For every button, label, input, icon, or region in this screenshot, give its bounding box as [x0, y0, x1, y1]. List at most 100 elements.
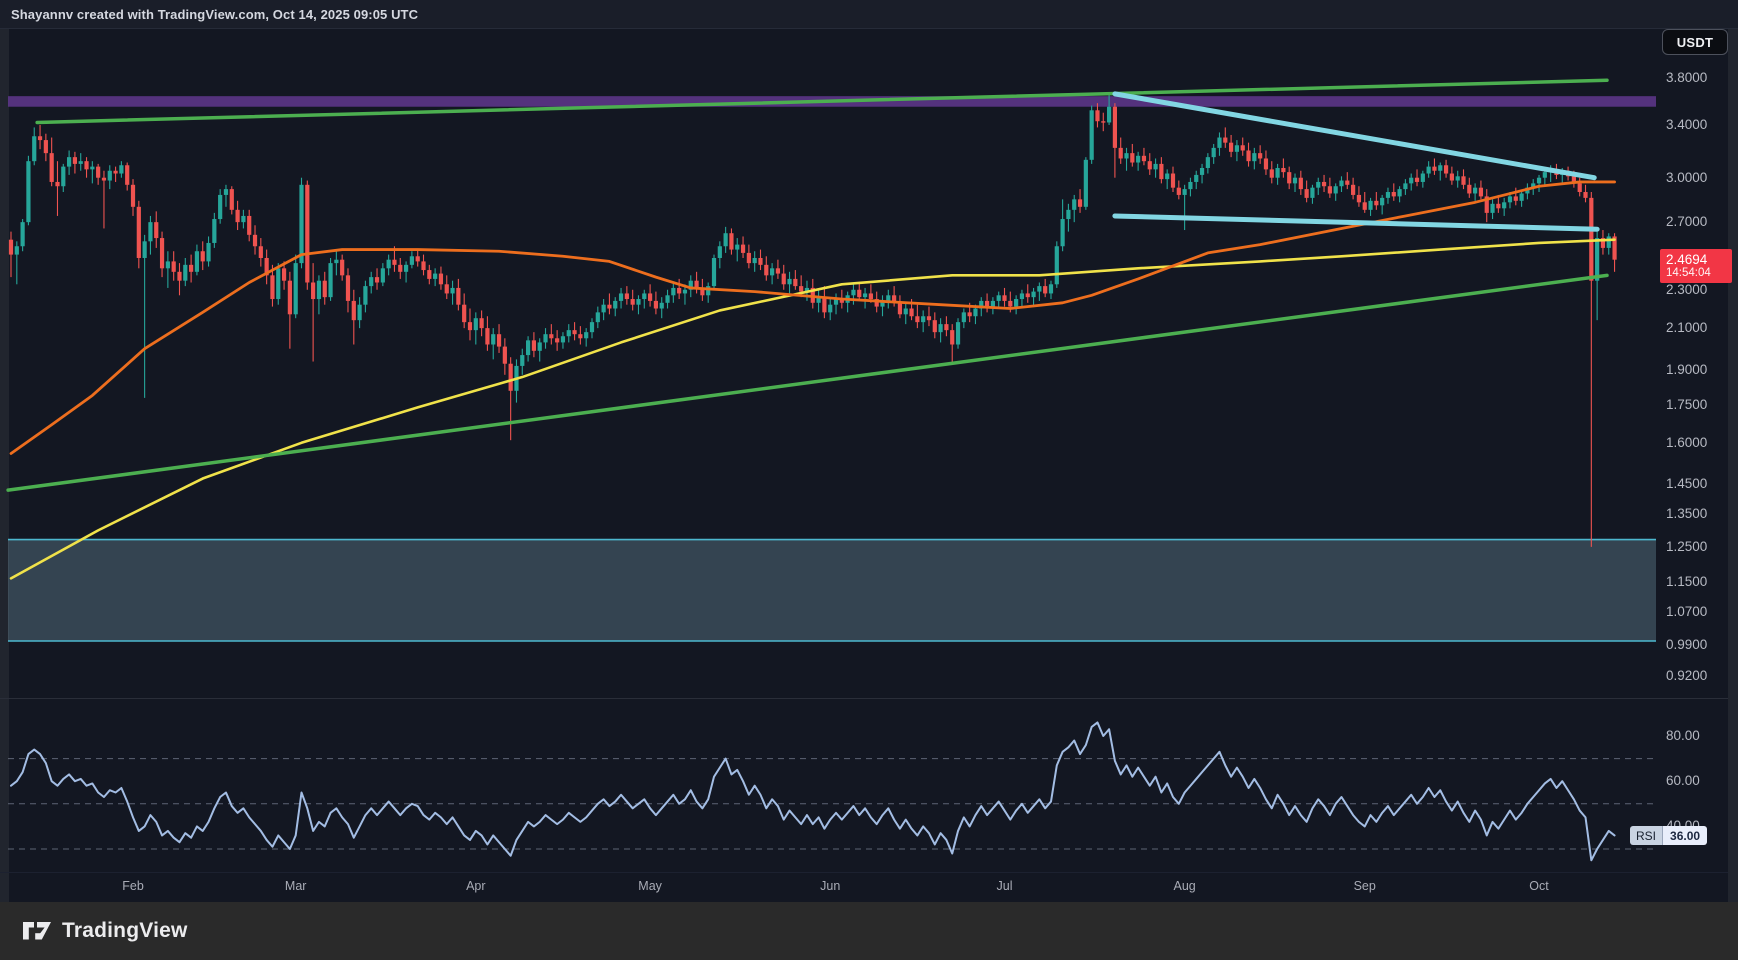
candle: [21, 222, 25, 246]
candle: [787, 279, 791, 284]
candle: [909, 309, 913, 317]
candle: [596, 312, 600, 322]
price-axis-label: 2.3000: [1666, 281, 1732, 299]
candle: [456, 288, 460, 305]
candle: [1334, 186, 1338, 193]
teal-support-zone: [8, 540, 1656, 641]
candle: [183, 265, 187, 281]
price-axis-label: 1.2500: [1666, 538, 1732, 556]
candle: [886, 295, 890, 301]
candle: [288, 281, 292, 315]
candle: [1061, 219, 1065, 246]
candle: [590, 322, 594, 332]
candle: [1159, 164, 1163, 179]
candle: [822, 297, 826, 312]
candle: [747, 253, 751, 263]
candle: [1177, 188, 1181, 195]
tradingview-logo[interactable]: TradingView: [22, 919, 188, 943]
price-axis-label: 1.4500: [1666, 475, 1732, 493]
candle: [799, 286, 803, 291]
candle: [543, 334, 547, 342]
candle: [189, 265, 193, 272]
candle: [317, 281, 321, 299]
candle: [235, 210, 239, 222]
candle: [857, 290, 861, 297]
candle: [334, 260, 338, 263]
candle: [625, 293, 629, 299]
candle: [1275, 168, 1279, 178]
candle: [735, 245, 739, 250]
candle: [933, 320, 937, 332]
candle: [404, 265, 408, 272]
candle: [607, 305, 611, 309]
price-axis-label: 1.3500: [1666, 505, 1732, 523]
candle: [55, 182, 59, 186]
candle: [782, 274, 786, 285]
candle: [1403, 183, 1407, 189]
candle: [143, 241, 147, 258]
candle: [410, 256, 414, 265]
tradingview-snapshot: Shayannv created with TradingView.com, O…: [0, 0, 1738, 960]
month-label-apr: Apr: [466, 879, 485, 894]
candle: [985, 301, 989, 307]
candle: [1368, 201, 1372, 210]
price-axis-label: 3.8000: [1666, 69, 1732, 87]
chart-canvas[interactable]: [0, 0, 1738, 960]
candle: [1520, 193, 1524, 200]
candle: [712, 258, 716, 286]
candle: [1130, 153, 1134, 162]
candle: [1397, 189, 1401, 196]
candle: [346, 275, 350, 301]
candle: [177, 272, 181, 281]
candle: [718, 246, 722, 258]
candle: [991, 301, 995, 307]
candle: [1037, 286, 1041, 291]
month-label-mar: Mar: [285, 879, 307, 894]
candle: [311, 282, 315, 299]
candle: [328, 263, 332, 297]
current-price-badge: 2.4694 14:54:04: [1660, 249, 1732, 283]
candle: [102, 178, 106, 181]
price-axis-label: 2.7000: [1666, 213, 1732, 231]
candle: [282, 268, 286, 280]
candle: [1450, 174, 1454, 181]
candle: [1345, 181, 1349, 185]
candle: [38, 136, 42, 140]
candle: [1066, 210, 1070, 219]
support-lower-green: [8, 275, 1607, 490]
candle: [212, 219, 216, 243]
candle: [9, 240, 13, 255]
rsi-badge: RSI 36.00: [1630, 826, 1707, 845]
candle: [1049, 284, 1053, 293]
candle: [1421, 174, 1425, 182]
month-label-jul: Jul: [997, 879, 1013, 894]
candle: [1153, 164, 1157, 169]
candle: [421, 261, 425, 270]
candle: [276, 268, 280, 299]
candle: [305, 185, 309, 283]
candle: [1299, 178, 1303, 189]
candle: [1270, 169, 1274, 177]
candle: [1252, 153, 1256, 161]
candle: [1084, 160, 1088, 207]
candle: [1095, 110, 1099, 121]
candle: [398, 265, 402, 272]
candle: [1293, 178, 1297, 184]
candle: [218, 195, 222, 219]
candle: [416, 256, 420, 261]
candle: [1357, 195, 1361, 202]
candle: [206, 243, 210, 261]
candle: [1305, 189, 1309, 198]
candle: [1490, 204, 1494, 213]
candle: [724, 233, 728, 246]
candle: [1415, 178, 1419, 182]
candle: [1246, 150, 1250, 161]
candle: [503, 347, 507, 364]
candle: [1316, 182, 1320, 188]
candle: [1165, 174, 1169, 180]
candle: [770, 268, 774, 275]
candle: [1595, 238, 1599, 281]
candle: [131, 185, 135, 207]
candle: [1444, 165, 1448, 173]
candle: [108, 171, 112, 181]
